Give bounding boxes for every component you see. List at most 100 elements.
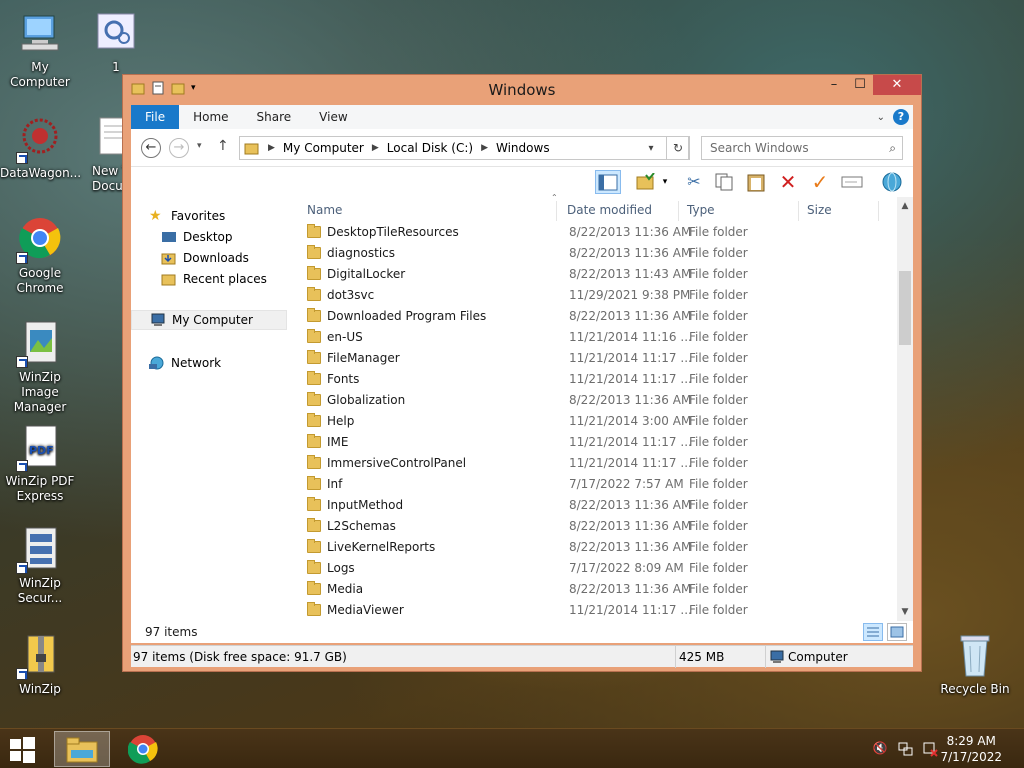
desktop-icon-label: New T Docu	[92, 164, 126, 193]
table-row[interactable]: dot3svc 11/29/2021 9:38 PM File folder	[301, 285, 895, 306]
content-area: ★ Favorites Desktop Downloads Recent pla…	[131, 193, 913, 621]
table-row[interactable]: Globalization 8/22/2013 11:36 AM File fold…	[301, 390, 895, 411]
globe-icon[interactable]	[879, 170, 905, 194]
desktop-icon-winzip-pdf-express[interactable]: PDF WinZip PDF Express	[0, 424, 80, 504]
folder-options-dropdown-icon[interactable]: ▾	[659, 170, 671, 194]
table-row[interactable]: ImmersiveControlPanel 11/21/2014 11:17 ..…	[301, 453, 895, 474]
nav-favorites[interactable]: ★ Favorites	[149, 206, 225, 226]
folder-options-icon[interactable]	[633, 170, 659, 194]
table-row[interactable]: Logs 7/17/2022 8:09 AM File folder	[301, 558, 895, 579]
taskbar-chrome[interactable]	[118, 731, 168, 767]
help-icon[interactable]: ?	[893, 109, 909, 125]
nav-my-computer[interactable]: My Computer	[131, 310, 287, 330]
maximize-button[interactable]: ☐	[847, 75, 873, 95]
nav-label: My Computer	[172, 313, 253, 327]
computer-icon	[770, 650, 784, 663]
table-row[interactable]: diagnostics 8/22/2013 11:36 AM File folder	[301, 243, 895, 264]
desktop-icon-winzip[interactable]: WinZip	[0, 632, 80, 697]
breadcrumb-my-computer[interactable]: My Computer	[283, 141, 364, 155]
breadcrumb-windows[interactable]: Windows	[496, 141, 550, 155]
table-row[interactable]: FileManager 11/21/2014 11:17 ... File fold…	[301, 348, 895, 369]
breadcrumb-local-disk[interactable]: Local Disk (C:)	[387, 141, 473, 155]
star-icon: ★	[149, 208, 162, 224]
desktop-icon-datawagon[interactable]: DataWagon...	[0, 116, 81, 181]
copy-icon[interactable]	[711, 170, 737, 194]
file-type: File folder	[689, 267, 748, 281]
forward-button[interactable]: →	[169, 138, 189, 158]
desktop-icon-new-text-document[interactable]: New T Docu	[76, 116, 126, 194]
desktop-icon-my-computer[interactable]: My Computer	[0, 10, 80, 90]
table-row[interactable]: IME 11/21/2014 11:17 ... File folder	[301, 432, 895, 453]
tab-home[interactable]: Home	[179, 105, 242, 129]
cut-icon[interactable]: ✂	[681, 170, 707, 194]
tab-view[interactable]: View	[305, 105, 361, 129]
explorer-window[interactable]: ▾ Windows – ☐ ✕ File Home Share View ⌄ ?…	[122, 74, 922, 672]
address-row: ← → ▾ ↑ ▶ My Computer ▶ Local Disk (C:) …	[131, 129, 913, 167]
nav-recent-places[interactable]: Recent places	[161, 269, 267, 289]
refresh-button[interactable]: ↻	[666, 136, 690, 160]
table-row[interactable]: Media 8/22/2013 11:36 AM File folder	[301, 579, 895, 600]
action-center-icon[interactable]	[922, 741, 938, 757]
desktop-icon-label: WinZip PDF Express	[5, 474, 75, 503]
volume-muted-icon[interactable]: 🔇	[872, 741, 888, 757]
desktop-icon-winzip-image-manager[interactable]: WinZip Image Manager	[0, 320, 80, 415]
search-input[interactable]: Search Windows ⌕	[701, 136, 903, 160]
desktop-icon-recycle-bin[interactable]: Recycle Bin	[935, 632, 1015, 697]
file-type: File folder	[689, 246, 748, 260]
nav-downloads[interactable]: Downloads	[161, 248, 249, 268]
nav-desktop[interactable]: Desktop	[161, 227, 233, 247]
paste-icon[interactable]	[743, 170, 769, 194]
desktop-icon-google-chrome[interactable]: Google Chrome	[0, 216, 80, 296]
large-icons-view-button[interactable]	[887, 623, 907, 641]
details-view-button[interactable]	[863, 623, 883, 641]
column-header-name[interactable]: Name	[301, 201, 557, 221]
table-row[interactable]: LiveKernelReports 8/22/2013 11:36 AM File …	[301, 537, 895, 558]
nav-network[interactable]: Network	[149, 353, 221, 373]
delete-icon[interactable]: ✕	[775, 170, 801, 194]
file-type: File folder	[689, 561, 748, 575]
table-row[interactable]: Help 11/21/2014 3:00 AM File folder	[301, 411, 895, 432]
folder-icon	[307, 392, 321, 406]
network-tray-icon[interactable]	[898, 741, 914, 757]
up-button[interactable]: ↑	[217, 138, 229, 154]
file-name: diagnostics	[327, 246, 396, 260]
scroll-down-icon[interactable]: ▼	[897, 607, 913, 617]
preview-pane-button[interactable]	[595, 170, 621, 194]
table-row[interactable]: Inf 7/17/2022 7:57 AM File folder	[301, 474, 895, 495]
close-button[interactable]: ✕	[873, 75, 921, 95]
recent-locations-dropdown-icon[interactable]: ▾	[197, 141, 202, 151]
back-button[interactable]: ←	[141, 138, 161, 158]
table-row[interactable]: DigitalLocker 8/22/2013 11:43 AM File fold…	[301, 264, 895, 285]
address-bar[interactable]: ▶ My Computer ▶ Local Disk (C:) ▶ Window…	[239, 136, 689, 160]
table-row[interactable]: Fonts 11/21/2014 11:17 ... File folder	[301, 369, 895, 390]
shortcut-arrow-icon	[16, 668, 28, 680]
desktop-icon-label: My Computer	[10, 60, 70, 89]
table-row[interactable]: MediaViewer 11/21/2014 11:17 ... File fold…	[301, 600, 895, 621]
system-clock[interactable]: 8:29 AM 7/17/2022	[940, 733, 1002, 765]
rename-icon[interactable]	[839, 170, 865, 194]
scroll-up-icon[interactable]: ▲	[897, 201, 913, 211]
tab-file[interactable]: File	[131, 105, 180, 129]
desktop-icon-winzip-secure[interactable]: WinZip Secur...	[0, 526, 80, 606]
folder-icon	[307, 518, 321, 532]
table-row[interactable]: L2Schemas 8/22/2013 11:36 AM File folder	[301, 516, 895, 537]
checkmark-icon[interactable]: ✓	[807, 170, 833, 194]
tab-share[interactable]: Share	[243, 105, 306, 129]
expand-ribbon-icon[interactable]: ⌄	[877, 112, 885, 123]
table-row[interactable]: en-US 11/21/2014 11:16 ... File folder	[301, 327, 895, 348]
title-bar[interactable]: ▾ Windows – ☐ ✕	[123, 75, 921, 105]
column-header-date-modified[interactable]: Date modified	[561, 201, 679, 221]
start-button[interactable]	[8, 731, 40, 767]
minimize-button[interactable]: –	[821, 75, 847, 95]
table-row[interactable]: DesktopTileResources 8/22/2013 11:36 AM Fi…	[301, 222, 895, 243]
column-header-size[interactable]: Size	[801, 201, 879, 221]
table-row[interactable]: InputMethod 8/22/2013 11:36 AM File folder	[301, 495, 895, 516]
desktop-icon-1[interactable]: 1	[76, 10, 156, 75]
taskbar-file-explorer[interactable]	[54, 731, 110, 767]
command-toolbar: ▾ ✂ ✕ ✓	[131, 167, 913, 197]
vertical-scrollbar[interactable]: ▲ ▼	[897, 197, 913, 621]
column-header-type[interactable]: Type	[681, 201, 799, 221]
scrollbar-thumb[interactable]	[899, 271, 911, 345]
table-row[interactable]: Downloaded Program Files 8/22/2013 11:36 …	[301, 306, 895, 327]
address-dropdown-icon[interactable]: ▾	[642, 143, 660, 154]
